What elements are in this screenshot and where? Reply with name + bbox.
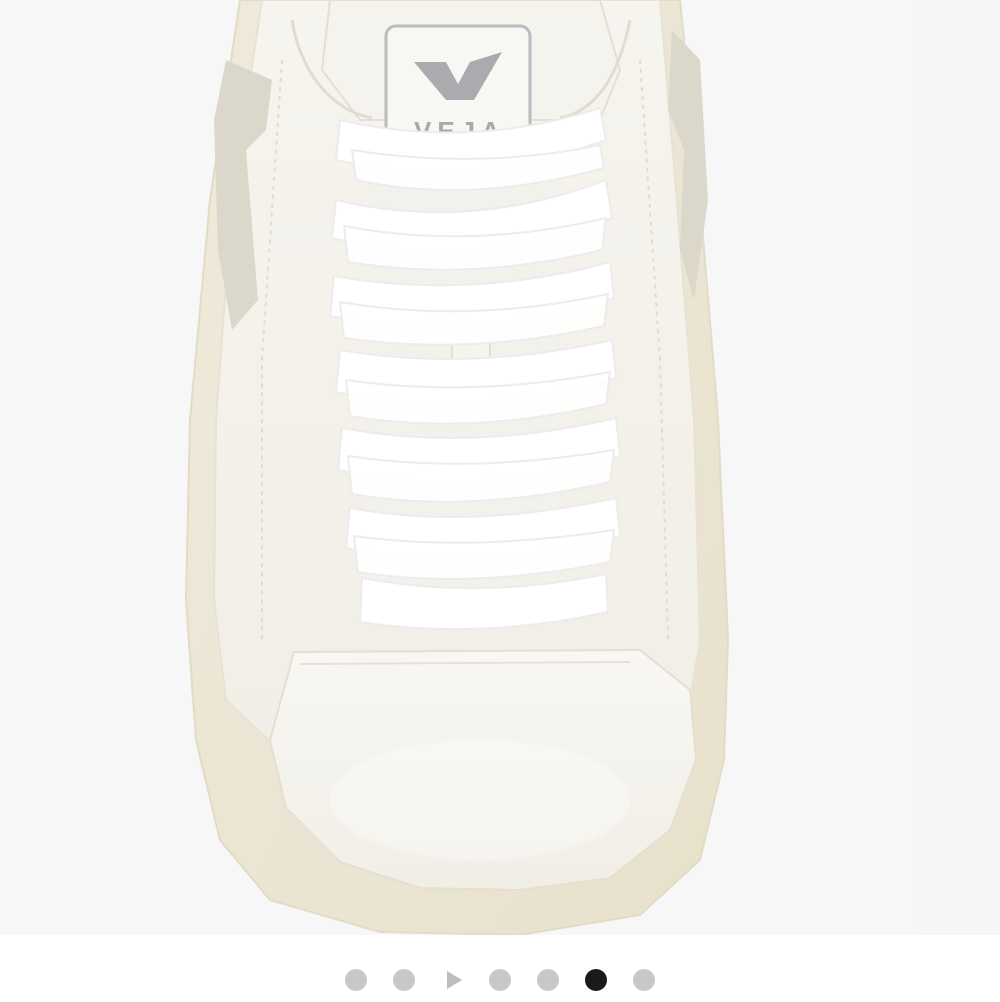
product-image-slide[interactable]: VEJA — [0, 0, 910, 935]
pager-dot[interactable] — [345, 969, 367, 991]
image-gallery[interactable]: VEJA — [0, 0, 1000, 935]
pager-dot[interactable] — [489, 969, 511, 991]
product-photo: VEJA — [184, 0, 730, 935]
pager-dot-active[interactable] — [585, 969, 607, 991]
gallery-pager — [0, 958, 1000, 1002]
pager-video-button[interactable] — [441, 969, 463, 991]
play-icon — [446, 971, 462, 989]
pager-dot[interactable] — [537, 969, 559, 991]
pager-dot[interactable] — [633, 969, 655, 991]
next-slide-peek[interactable] — [918, 0, 1000, 935]
pager-dot[interactable] — [393, 969, 415, 991]
